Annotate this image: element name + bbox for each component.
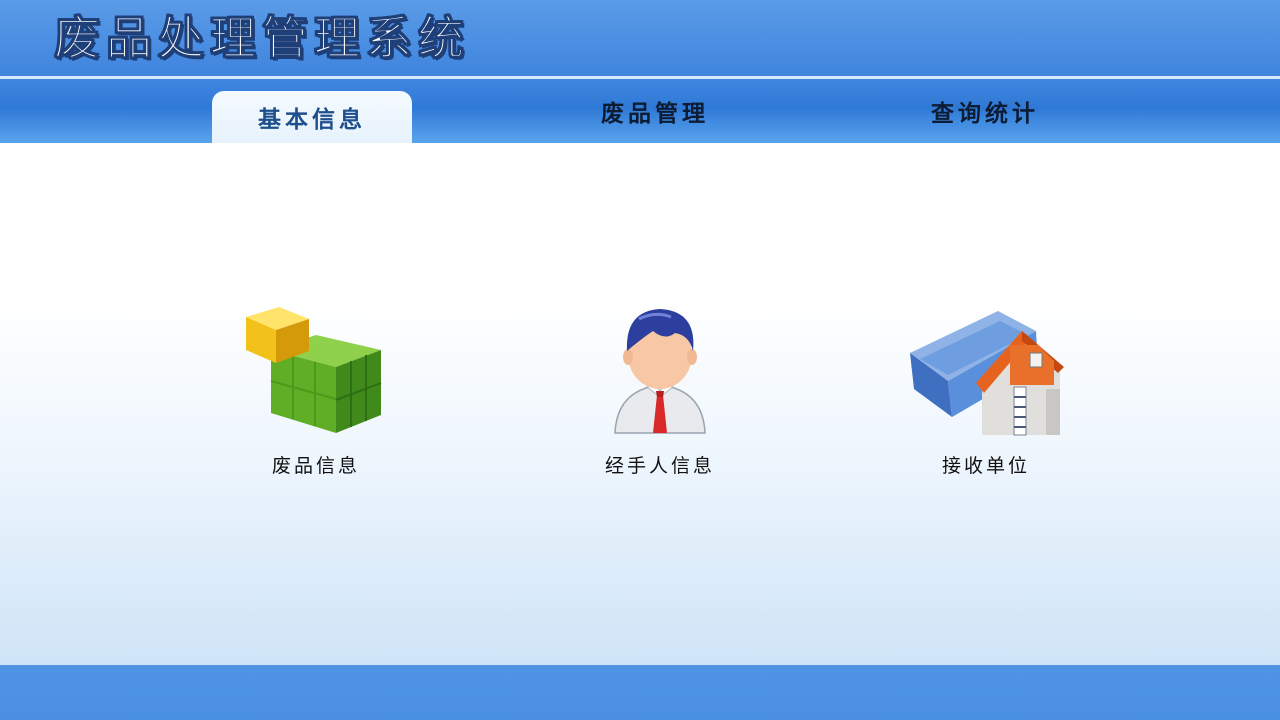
module-receiving-unit[interactable]: 接收单位 [886, 305, 1086, 485]
tab-basic-info[interactable]: 基本信息 [212, 91, 412, 143]
footer-bar [0, 665, 1280, 720]
module-label: 经手人信息 [604, 455, 715, 477]
blocks-icon[interactable] [241, 305, 382, 440]
module-handler-info[interactable]: 经手人信息 [560, 305, 760, 485]
building-icon[interactable] [906, 305, 1064, 440]
app-title: 废品处理管理系统 [54, 11, 470, 66]
title-bar: 废品处理管理系统 [0, 0, 1280, 76]
module-waste-info[interactable]: 废品信息 [216, 305, 416, 485]
tab-query-statistics[interactable]: 查询统计 [890, 79, 1080, 143]
tab-bar: 基本信息 废品管理 查询统计 [0, 79, 1280, 143]
tab-waste-management[interactable]: 废品管理 [560, 79, 750, 143]
module-label: 废品信息 [271, 455, 360, 477]
module-label: 接收单位 [941, 455, 1030, 477]
person-icon[interactable] [605, 305, 745, 440]
